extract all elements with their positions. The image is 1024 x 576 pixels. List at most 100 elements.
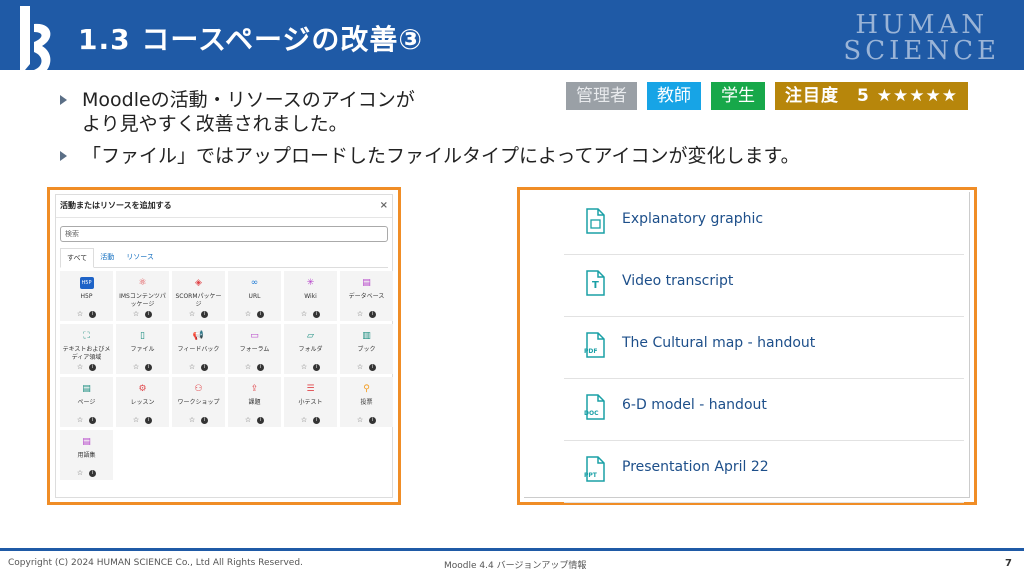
file-name-link[interactable]: Presentation April 22 xyxy=(622,459,769,475)
star-icon[interactable]: ☆ xyxy=(301,416,307,424)
info-icon[interactable]: i xyxy=(369,310,377,318)
role-badges: 管理者 教師 学生 注目度 5 ★★★★★ xyxy=(566,82,968,110)
megaphone-icon: 📢 xyxy=(192,331,205,341)
activity-label: テキストおよびメディア領域 xyxy=(62,346,111,361)
copyright-text: Copyright (C) 2024 HUMAN SCIENCE Co., Lt… xyxy=(8,558,303,568)
activity-label: 投票 xyxy=(360,399,373,406)
search-input[interactable]: 検索 xyxy=(60,226,388,242)
info-icon[interactable]: i xyxy=(313,416,321,424)
file-name-link[interactable]: Video transcript xyxy=(622,273,733,289)
file-row[interactable]: DOC 6-D model - handout xyxy=(564,378,964,441)
info-icon[interactable]: i xyxy=(145,310,153,318)
h5p-icon: H5P xyxy=(79,277,94,289)
star-icon[interactable]: ☆ xyxy=(77,363,83,371)
bullet-triangle-icon xyxy=(60,95,67,105)
star-icon[interactable]: ☆ xyxy=(301,363,307,371)
tile-actions: ☆ i xyxy=(172,363,225,371)
star-icon[interactable]: ☆ xyxy=(357,416,363,424)
file-icon: ▯ xyxy=(140,331,145,341)
info-icon[interactable]: i xyxy=(257,363,265,371)
star-icon[interactable]: ☆ xyxy=(245,363,251,371)
star-icon[interactable]: ☆ xyxy=(133,416,139,424)
info-icon[interactable]: i xyxy=(201,416,209,424)
activity-tile[interactable]: ▤ ページ ☆ i xyxy=(60,377,113,427)
info-icon[interactable]: i xyxy=(257,416,265,424)
star-icon[interactable]: ☆ xyxy=(301,310,307,318)
modal-header: 活動またはリソースを追加する × xyxy=(56,195,392,218)
choice-icon: ⚲ xyxy=(363,384,370,394)
info-icon[interactable]: i xyxy=(369,363,377,371)
activity-tile[interactable]: ⚲ 投票 ☆ i xyxy=(340,377,393,427)
tile-actions: ☆ i xyxy=(340,416,393,424)
star-icon[interactable]: ☆ xyxy=(77,416,83,424)
file-name-link[interactable]: The Cultural map - handout xyxy=(622,335,815,351)
info-icon[interactable]: i xyxy=(89,416,97,424)
activity-tile[interactable]: ✳ Wiki ☆ i xyxy=(284,271,337,321)
course-files-screenshot: Explanatory graphic T Video transcript PDF T… xyxy=(517,187,977,505)
activity-tile[interactable]: ▭ フォーラム ☆ i xyxy=(228,324,281,374)
info-icon[interactable]: i xyxy=(257,310,265,318)
tab-activities[interactable]: 活動 xyxy=(94,248,120,267)
info-icon[interactable]: i xyxy=(89,363,97,371)
file-row[interactable]: T Video transcript xyxy=(564,254,964,317)
activity-tile[interactable]: ▤ データベース ☆ i xyxy=(340,271,393,321)
activity-tile[interactable]: ⚇ ワークショップ ☆ i xyxy=(172,377,225,427)
file-name-link[interactable]: 6-D model - handout xyxy=(622,397,767,413)
star-icon[interactable]: ☆ xyxy=(245,310,251,318)
activity-tile[interactable]: H5P H5P ☆ i xyxy=(60,271,113,321)
activity-label: フィードバック xyxy=(177,346,220,353)
activity-tile[interactable]: ⚛ IMSコンテンツパッケージ ☆ i xyxy=(116,271,169,321)
activity-label: ファイル xyxy=(130,346,155,353)
activity-tile[interactable]: ▥ ブック ☆ i xyxy=(340,324,393,374)
activity-tile[interactable]: ▯ ファイル ☆ i xyxy=(116,324,169,374)
star-icon[interactable]: ☆ xyxy=(189,310,195,318)
package-icon: ⚛ xyxy=(138,278,147,288)
star-icon[interactable]: ☆ xyxy=(133,363,139,371)
activity-tile[interactable]: ▤ 用語集 ☆ i xyxy=(60,430,113,480)
star-icon[interactable]: ☆ xyxy=(133,310,139,318)
info-icon[interactable]: i xyxy=(89,469,97,477)
tile-actions: ☆ i xyxy=(116,310,169,318)
star-icon[interactable]: ☆ xyxy=(77,469,83,477)
info-icon[interactable]: i xyxy=(201,363,209,371)
info-icon[interactable]: i xyxy=(369,416,377,424)
tile-actions: ☆ i xyxy=(228,416,281,424)
info-icon[interactable]: i xyxy=(145,416,153,424)
file-name-link[interactable]: Explanatory graphic xyxy=(622,211,763,227)
info-icon[interactable]: i xyxy=(313,363,321,371)
activity-label: 用語集 xyxy=(77,452,96,459)
activity-tile[interactable]: ∞ URL ☆ i xyxy=(228,271,281,321)
tab-resources[interactable]: リソース xyxy=(120,248,160,267)
activity-label: 小テスト xyxy=(298,399,323,406)
activity-tile[interactable]: ⚙ レッスン ☆ i xyxy=(116,377,169,427)
doc-file-icon: DOC xyxy=(584,394,605,420)
star-icon[interactable]: ☆ xyxy=(357,310,363,318)
activity-tile[interactable]: ⇪ 課題 ☆ i xyxy=(228,377,281,427)
tile-actions: ☆ i xyxy=(60,416,113,424)
file-row[interactable]: Explanatory graphic xyxy=(564,192,964,255)
activity-tile[interactable]: 📢 フィードバック ☆ i xyxy=(172,324,225,374)
star-icon[interactable]: ☆ xyxy=(77,310,83,318)
star-icon[interactable]: ☆ xyxy=(189,363,195,371)
star-icon[interactable]: ☆ xyxy=(357,363,363,371)
info-icon[interactable]: i xyxy=(201,310,209,318)
info-icon[interactable]: i xyxy=(145,363,153,371)
chooser-tabs: すべて 活動 リソース xyxy=(60,248,388,268)
star-icon[interactable]: ☆ xyxy=(189,416,195,424)
tile-actions: ☆ i xyxy=(284,310,337,318)
tab-all[interactable]: すべて xyxy=(60,248,95,268)
lesson-icon: ⚙ xyxy=(138,384,147,394)
star-icon[interactable]: ☆ xyxy=(245,416,251,424)
activity-tile[interactable]: ☰ 小テスト ☆ i xyxy=(284,377,337,427)
activity-label: 課題 xyxy=(248,399,261,406)
info-icon[interactable]: i xyxy=(313,310,321,318)
activity-tile[interactable]: ⛶ テキストおよびメディア領域 ☆ i xyxy=(60,324,113,374)
file-row[interactable]: PDF The Cultural map - handout xyxy=(564,316,964,379)
file-row[interactable]: PPT Presentation April 22 xyxy=(564,440,964,503)
tile-actions: ☆ i xyxy=(228,310,281,318)
activity-tile[interactable]: ▱ フォルダ ☆ i xyxy=(284,324,337,374)
activity-tile[interactable]: ◈ SCORMパッケージ ☆ i xyxy=(172,271,225,321)
close-icon[interactable]: × xyxy=(380,195,388,217)
info-icon[interactable]: i xyxy=(89,310,97,318)
modal-title: 活動またはリソースを追加する xyxy=(60,201,172,210)
